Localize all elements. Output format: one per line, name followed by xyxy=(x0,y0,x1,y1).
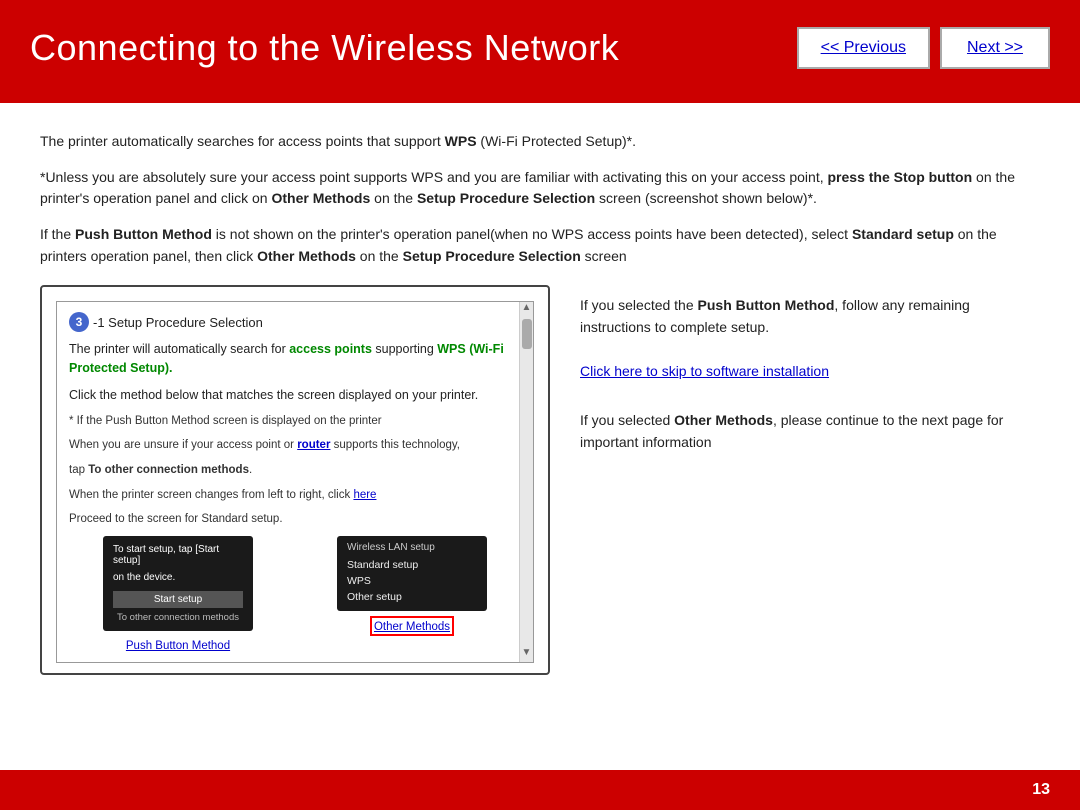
para2-stop: press the Stop button xyxy=(828,169,973,185)
para2-setup: Setup Procedure Selection xyxy=(417,190,595,206)
section1-bold: Push Button Method xyxy=(698,297,835,313)
other-setup-item: Other setup xyxy=(347,589,477,605)
section1-prefix: If you selected the xyxy=(580,297,698,313)
router-link[interactable]: router xyxy=(297,439,330,451)
right-printer-screen: Wireless LAN setup Standard setup WPS Ot… xyxy=(303,536,521,652)
screenshot-note4: When the printer screen changes from lef… xyxy=(69,487,521,504)
screenshot-intro: The printer will automatically search fo… xyxy=(69,340,521,378)
other-connection-btn: To other connection methods xyxy=(113,612,243,623)
section2-text: If you selected Other Methods, please co… xyxy=(580,410,1040,453)
para1-text: The printer automatically searches for a… xyxy=(40,133,445,149)
para3-end: screen xyxy=(581,248,627,264)
next-button[interactable]: Next >> xyxy=(940,27,1050,69)
left-screen-display: To start setup, tap [Start setup] on the… xyxy=(103,536,253,631)
section2-prefix: If you selected xyxy=(580,412,674,428)
printer-screens: To start setup, tap [Start setup] on the… xyxy=(69,536,521,652)
para1-wps: WPS xyxy=(445,133,477,149)
paragraph-3: If the Push Button Method is not shown o… xyxy=(40,224,1040,267)
right-screen-title: Wireless LAN setup xyxy=(347,542,477,553)
scrollbar[interactable]: ▲ ▼ xyxy=(519,302,533,662)
right-screen-display: Wireless LAN setup Standard setup WPS Ot… xyxy=(337,536,487,611)
para3-setup: Setup Procedure Selection xyxy=(403,248,581,264)
para1-rest: (Wi-Fi Protected Setup)*. xyxy=(477,133,637,149)
para2-other: Other Methods xyxy=(271,190,370,206)
para3-push: Push Button Method xyxy=(75,226,212,242)
intro-access-points: access points xyxy=(289,342,372,356)
here-link[interactable]: here xyxy=(353,489,376,501)
para3-prefix: If the xyxy=(40,226,75,242)
paragraph-1: The printer automatically searches for a… xyxy=(40,131,1040,153)
header-divider xyxy=(0,95,1080,103)
para2-end: screen (screenshot shown below)*. xyxy=(595,190,817,206)
note3-end: . xyxy=(249,464,252,476)
intro-mid: supporting xyxy=(372,342,437,356)
start-setup-btn: Start setup xyxy=(113,591,243,608)
note3-text: tap xyxy=(69,464,88,476)
step-badge: 3 -1 Setup Procedure Selection xyxy=(69,312,263,332)
section1-text: If you selected the Push Button Method, … xyxy=(580,295,1040,338)
page-title: Connecting to the Wireless Network xyxy=(30,27,619,69)
intro-text: The printer will automatically search fo… xyxy=(69,342,289,356)
main-area: 3 -1 Setup Procedure Selection The print… xyxy=(40,285,1040,675)
paragraph-2: *Unless you are absolutely sure your acc… xyxy=(40,167,1040,210)
footer: 13 xyxy=(0,770,1080,810)
page-number: 13 xyxy=(1032,781,1050,799)
step-label: -1 Setup Procedure Selection xyxy=(93,315,263,330)
screenshot-click: Click the method below that matches the … xyxy=(69,386,521,405)
scroll-up-arrow[interactable]: ▲ xyxy=(522,302,532,313)
scroll-down-arrow[interactable]: ▼ xyxy=(522,647,532,658)
scrollbar-thumb[interactable] xyxy=(522,319,532,349)
note4-prefix: When the printer screen changes from lef… xyxy=(69,489,353,501)
step-number: 3 xyxy=(69,312,89,332)
para2-mid2: on the xyxy=(370,190,417,206)
standard-setup-item: Standard setup xyxy=(347,557,477,573)
previous-button[interactable]: << Previous xyxy=(797,27,930,69)
header: Connecting to the Wireless Network << Pr… xyxy=(0,0,1080,95)
screenshot-inner: 3 -1 Setup Procedure Selection The print… xyxy=(56,301,534,663)
left-printer-screen: To start setup, tap [Start setup] on the… xyxy=(69,536,287,652)
left-screen-line2: on the device. xyxy=(113,572,243,583)
screenshot-note3: tap To other connection methods. xyxy=(69,462,521,479)
push-button-method-link[interactable]: Push Button Method xyxy=(126,640,230,652)
note3-bold: To other connection methods xyxy=(88,464,249,476)
wps-item: WPS xyxy=(347,573,477,589)
right-panel: If you selected the Push Button Method, … xyxy=(580,285,1040,675)
para3-mid3: on the xyxy=(356,248,403,264)
screenshot-note2: When you are unsure if your access point… xyxy=(69,437,521,454)
screenshot-note5: Proceed to the screen for Standard setup… xyxy=(69,511,521,528)
other-methods-box: Other Methods xyxy=(370,616,454,636)
skip-link[interactable]: Click here to skip to software installat… xyxy=(580,363,829,379)
para3-standard: Standard setup xyxy=(852,226,954,242)
section2-bold: Other Methods xyxy=(674,412,773,428)
note2-text: When you are unsure if your access point… xyxy=(69,439,297,451)
screenshot-note1: * If the Push Button Method screen is di… xyxy=(69,413,521,430)
left-screen-line1: To start setup, tap [Start setup] xyxy=(113,544,243,566)
nav-buttons: << Previous Next >> xyxy=(797,27,1050,69)
other-methods-link-wrapper: Other Methods xyxy=(370,616,454,636)
para3-mid: is not shown on the printer's operation … xyxy=(212,226,852,242)
right-section-1: If you selected the Push Button Method, … xyxy=(580,295,1040,382)
click-text: Click the method below that matches the … xyxy=(69,388,478,402)
note2-end: supports this technology, xyxy=(330,439,460,451)
main-content: The printer automatically searches for a… xyxy=(0,103,1080,770)
screenshot-box: 3 -1 Setup Procedure Selection The print… xyxy=(40,285,550,675)
other-methods-link[interactable]: Other Methods xyxy=(374,621,450,633)
para2-prefix: *Unless you are absolutely sure your acc… xyxy=(40,169,828,185)
para3-other: Other Methods xyxy=(257,248,356,264)
right-section-2: If you selected Other Methods, please co… xyxy=(580,410,1040,453)
